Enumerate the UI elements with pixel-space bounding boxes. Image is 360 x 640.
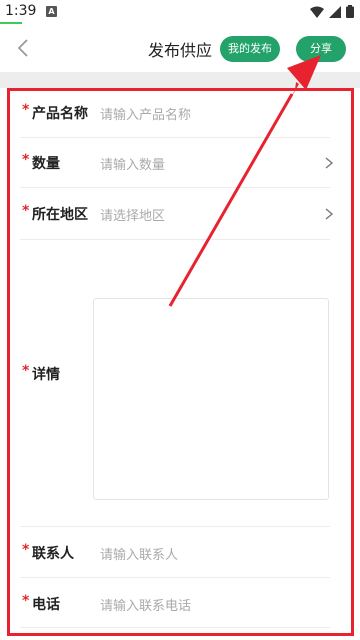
battery-icon <box>346 5 354 18</box>
header: 发布供应 我的发布 分享 <box>0 24 360 72</box>
section-divider <box>0 72 360 88</box>
status-time: 1:39 <box>5 3 37 19</box>
status-icons <box>310 5 354 18</box>
signal-icon <box>329 5 341 18</box>
wifi-icon <box>310 6 324 18</box>
my-posts-button[interactable]: 我的发布 <box>220 36 280 62</box>
annotation-frame <box>7 88 354 636</box>
notification-icon: A <box>46 6 57 17</box>
status-bar: 1:39 A <box>0 0 360 24</box>
share-button[interactable]: 分享 <box>296 36 346 62</box>
